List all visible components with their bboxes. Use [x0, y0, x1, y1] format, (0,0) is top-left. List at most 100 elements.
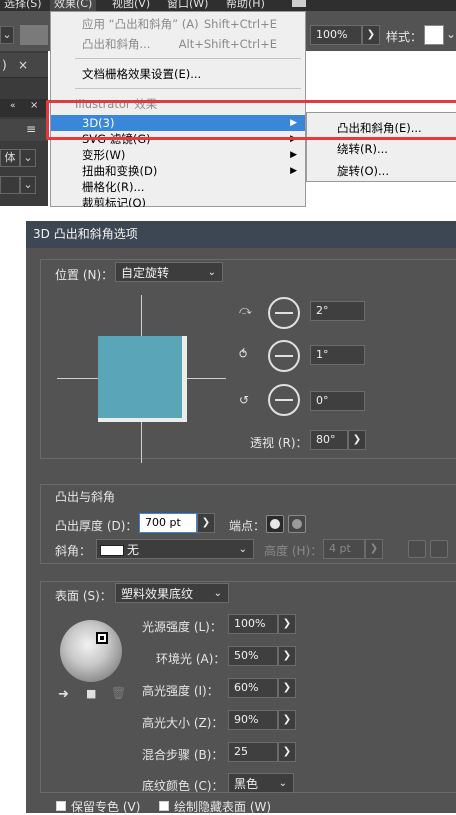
- menu-view[interactable]: 视图(V): [112, 0, 150, 11]
- extrude-section-title: 凸出与斜角: [55, 490, 116, 504]
- extrude-bevel-dialog: 3D 凸出和斜角选项 位置 (N)： 自定旋转 ⌄ ⤼ 2° ⥀ 1° ↺ 0° …: [26, 221, 456, 814]
- rotate-z-field[interactable]: 0°: [310, 391, 365, 411]
- extrude-depth-arrow[interactable]: ❯: [197, 513, 215, 533]
- font-family-dropdown[interactable]: 体: [0, 149, 20, 167]
- highlight-size-arrow[interactable]: ❯: [278, 710, 296, 730]
- panel-close-icon[interactable]: ×: [30, 100, 38, 111]
- font-style-dropdown[interactable]: [0, 176, 20, 194]
- menu-item-apply-last[interactable]: 应用 “凸出和斜角” (A) Shift+Ctrl+E: [51, 16, 305, 32]
- cap-label: 端点：: [229, 519, 266, 533]
- style-swatch[interactable]: [424, 25, 444, 45]
- perspective-label: 透视 (R)：: [250, 436, 308, 450]
- ambient-label: 环境光 (A)：: [156, 652, 226, 666]
- menu-help[interactable]: 帮助(H): [226, 0, 265, 11]
- menu-item-crop-marks[interactable]: 裁剪标记(O): [51, 195, 305, 207]
- highlight-intensity-label: 高光强度 (I)：: [142, 684, 219, 698]
- blend-steps-arrow[interactable]: ❯: [278, 742, 296, 762]
- menu-item-last-effect[interactable]: 凸出和斜角... Alt+Shift+Ctrl+E: [51, 36, 305, 52]
- position-dropdown[interactable]: 自定旋转 ⌄: [115, 262, 223, 282]
- new-light-icon[interactable]: ■: [86, 687, 96, 700]
- panel-tab-row: ) ×: [0, 53, 48, 78]
- position-label: 位置 (N)：: [55, 268, 114, 282]
- preserve-spot-label: 保留专色 (V): [71, 800, 141, 814]
- bevel-in-button[interactable]: [430, 540, 448, 558]
- menu-effect[interactable]: 效果(C): [50, 0, 97, 11]
- blend-steps-label: 混合步骤 (B)：: [142, 748, 224, 762]
- rotate-x-dial[interactable]: [268, 297, 300, 329]
- rotate-z-axis-icon: ↺: [239, 393, 250, 407]
- draw-hidden-checkbox[interactable]: [159, 801, 169, 811]
- style-chevron-icon[interactable]: ⌄: [446, 27, 456, 41]
- collapse-panel-icon[interactable]: «: [10, 101, 16, 111]
- menu-item-distort-transform[interactable]: 扭曲和变换(D) ▶: [51, 163, 305, 179]
- draw-hidden-label: 绘制隐藏表面 (W): [174, 800, 272, 814]
- cap-on-button[interactable]: [266, 515, 284, 533]
- font-style-chevron-icon[interactable]: ⌄: [20, 176, 36, 194]
- menu-bar: 选择(S) 效果(C) 视图(V) 窗口(W) 帮助(H): [0, 0, 456, 11]
- height-arrow[interactable]: ❯: [365, 539, 383, 559]
- highlight-intensity-field[interactable]: 60%: [228, 678, 278, 698]
- opacity-field[interactable]: 100%: [310, 25, 362, 45]
- rotate-x-axis-icon: ⤼: [239, 303, 252, 317]
- chevron-down-icon: ⌄: [213, 588, 222, 599]
- collapse-icon[interactable]: ): [2, 58, 7, 72]
- opacity-arrow[interactable]: ❯: [362, 25, 380, 45]
- blend-steps-field[interactable]: 25: [228, 742, 278, 762]
- menu-separator: [75, 58, 301, 59]
- menu-item-rasterize[interactable]: 栅格化(R)...: [51, 179, 305, 195]
- panel-menu-row: ≡: [0, 119, 48, 141]
- ambient-arrow[interactable]: ❯: [278, 646, 296, 666]
- left-panel-strip: ) × « × ≡ 体 ⌄ ⌄: [0, 51, 48, 206]
- rotate-y-axis-icon: ⥀: [239, 347, 248, 361]
- panel-menu-icon[interactable]: ≡: [26, 122, 36, 136]
- workspace-icon[interactable]: [292, 0, 306, 7]
- chevron-down-icon: ⌄: [238, 544, 247, 555]
- height-field[interactable]: 4 pt: [323, 539, 365, 559]
- highlight-size-label: 高光大小 (Z)：: [142, 716, 224, 730]
- ambient-field[interactable]: 50%: [228, 646, 278, 666]
- bevel-dropdown[interactable]: 无 ⌄: [96, 539, 254, 559]
- preserve-spot-checkbox[interactable]: [56, 801, 66, 811]
- menu-item-warp[interactable]: 变形(W) ▶: [51, 147, 305, 163]
- light-intensity-arrow[interactable]: ❯: [278, 614, 296, 634]
- menu-select[interactable]: 选择(S): [4, 0, 42, 11]
- rotate-y-dial[interactable]: [268, 340, 300, 372]
- lighting-sphere[interactable]: [60, 620, 122, 682]
- extrude-depth-label: 凸出厚度 (D)：: [55, 519, 138, 533]
- font-family-chevron-icon[interactable]: ⌄: [20, 149, 36, 167]
- light-intensity-field[interactable]: 100%: [228, 614, 278, 634]
- close-icon[interactable]: ×: [18, 58, 28, 72]
- perspective-field[interactable]: 80°: [310, 430, 348, 450]
- chevron-down-icon: ⌄: [207, 267, 216, 278]
- submenu-item-revolve[interactable]: 绕转(R)...: [337, 141, 388, 157]
- menu-item-doc-raster[interactable]: 文档栅格效果设置(E)...: [51, 66, 305, 82]
- menu-separator: [75, 88, 301, 89]
- stroke-dropdown[interactable]: ⌄: [0, 26, 14, 44]
- rotate-y-field[interactable]: 1°: [310, 345, 365, 365]
- menu-window[interactable]: 窗口(W): [167, 0, 208, 11]
- panel-header: « ×: [0, 99, 48, 117]
- dialog-title[interactable]: 3D 凸出和斜角选项: [26, 221, 456, 248]
- chevron-down-icon: ⌄: [278, 778, 287, 789]
- rotate-x-field[interactable]: 2°: [310, 301, 365, 321]
- annotation-red-outline: [46, 100, 456, 140]
- bevel-out-button[interactable]: [408, 540, 426, 558]
- highlight-size-field[interactable]: 90%: [228, 710, 278, 730]
- rotate-z-dial[interactable]: [268, 384, 300, 416]
- 3d-preview-cube[interactable]: [98, 336, 187, 422]
- style-label: 样式：: [386, 30, 423, 44]
- surface-dropdown[interactable]: 塑料效果底纹 ⌄: [115, 583, 229, 603]
- bevel-label: 斜角：: [55, 544, 92, 558]
- move-light-back-icon[interactable]: ➜: [58, 687, 69, 702]
- height-label: 高度 (H)：: [264, 544, 323, 558]
- shading-color-dropdown[interactable]: 黑色 ⌄: [228, 773, 294, 793]
- perspective-arrow[interactable]: ❯: [348, 430, 366, 450]
- highlight-intensity-arrow[interactable]: ❯: [278, 678, 296, 698]
- light-source-handle[interactable]: [96, 632, 108, 644]
- submenu-item-rotate[interactable]: 旋转(O)...: [337, 163, 389, 179]
- extrude-depth-field[interactable]: 700 pt: [139, 513, 197, 533]
- swatch-field[interactable]: [20, 25, 48, 45]
- cap-off-button[interactable]: [288, 515, 306, 533]
- surface-label: 表面 (S)：: [55, 589, 112, 603]
- delete-light-icon[interactable]: 🗑: [111, 686, 126, 700]
